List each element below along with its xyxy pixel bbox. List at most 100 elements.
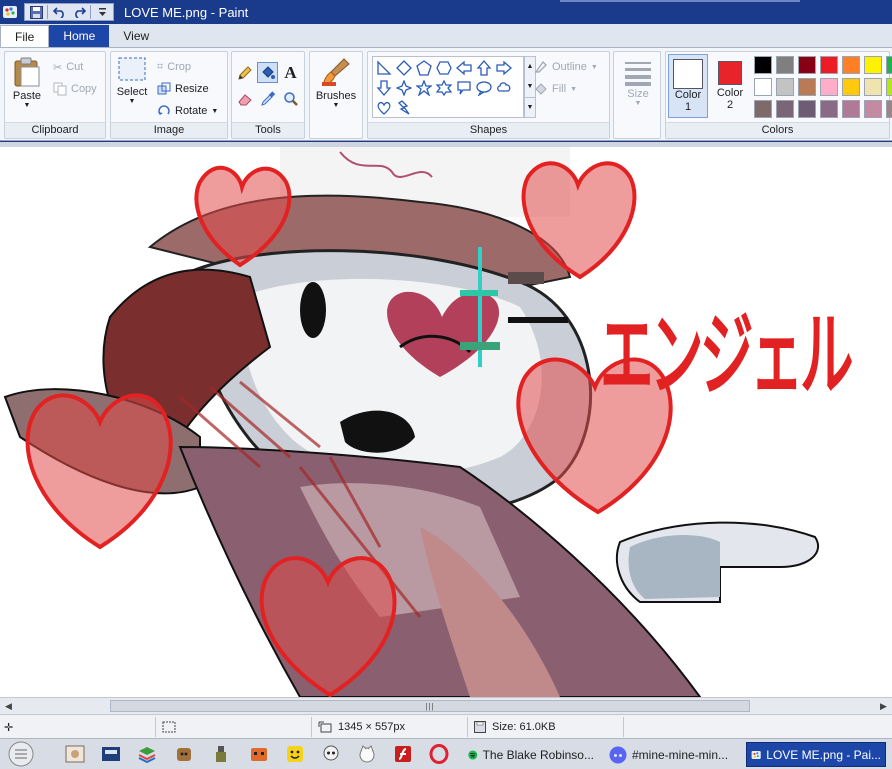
pentagon-shape[interactable]: [414, 58, 434, 78]
resize-button[interactable]: Resize: [157, 80, 209, 98]
photo-app-icon[interactable]: [64, 743, 86, 765]
opera-icon[interactable]: [428, 743, 450, 765]
fill-tool[interactable]: [257, 62, 278, 83]
palette-swatch[interactable]: [864, 100, 882, 118]
clipboard-group: Paste ▼ ✂ Cut Copy Clipboard: [4, 51, 106, 139]
tab-home[interactable]: Home: [49, 25, 110, 47]
paint-app-icon[interactable]: [2, 4, 18, 20]
palette-swatch[interactable]: [820, 56, 838, 74]
drawing-canvas[interactable]: エンジェル: [0, 147, 892, 697]
palette-swatch[interactable]: [754, 100, 772, 118]
game-app-icon[interactable]: [248, 743, 270, 765]
palette-swatch[interactable]: [754, 78, 772, 96]
lightning-shape[interactable]: [394, 98, 414, 118]
heart-shape[interactable]: [374, 98, 394, 118]
figure-app-icon[interactable]: [210, 743, 232, 765]
color2-button[interactable]: Color 2: [710, 54, 750, 118]
left-arrow-shape[interactable]: [454, 58, 474, 78]
crop-button[interactable]: ⌗ Crop: [157, 58, 191, 76]
shape-fill-icon: [535, 83, 547, 95]
palette-swatch[interactable]: [820, 100, 838, 118]
horizontal-scrollbar[interactable]: ◀ ||| ▶: [0, 697, 892, 714]
eraser-tool[interactable]: [234, 88, 255, 109]
palette-swatch[interactable]: [864, 78, 882, 96]
size-dropdown-caret[interactable]: ▼: [635, 100, 642, 107]
taskbar-task-discord[interactable]: #mine-mine-min...: [605, 742, 739, 767]
redo-icon[interactable]: [70, 4, 88, 20]
up-arrow-shape[interactable]: [474, 58, 494, 78]
scroll-left-icon[interactable]: ◀: [0, 698, 17, 714]
palette-swatch[interactable]: [842, 100, 860, 118]
paint-taskbar-icon: [751, 750, 761, 759]
paste-button[interactable]: Paste ▼: [9, 56, 45, 109]
brushes-button[interactable]: Brushes ▼: [314, 56, 358, 109]
palette-swatch[interactable]: [798, 56, 816, 74]
palette-swatch[interactable]: [842, 56, 860, 74]
status-divider: [155, 717, 156, 737]
rotate-button[interactable]: Rotate ▼: [157, 102, 218, 120]
palette-swatch[interactable]: [776, 56, 794, 74]
calculator-icon[interactable]: [100, 743, 122, 765]
pencil-tool[interactable]: [234, 62, 255, 83]
save-icon[interactable]: [27, 4, 45, 20]
outline-dropdown-caret[interactable]: ▼: [591, 64, 598, 71]
tab-view[interactable]: View: [109, 25, 163, 47]
select-dropdown-caret[interactable]: ▼: [129, 98, 136, 105]
size-button[interactable]: Size ▼: [618, 58, 658, 107]
shapes-more-icon[interactable]: ▼: [525, 97, 535, 117]
flash-app-icon[interactable]: [392, 743, 414, 765]
magnifier-tool[interactable]: [280, 88, 301, 109]
taskbar-task-paint[interactable]: LOVE ME.png - Pai...: [746, 742, 886, 767]
fill-dropdown-caret[interactable]: ▼: [570, 86, 577, 93]
select-button[interactable]: Select ▼: [115, 56, 149, 105]
customize-qat-icon[interactable]: [93, 4, 111, 20]
color1-button[interactable]: Color 1: [668, 54, 708, 118]
four-point-star-shape[interactable]: [394, 78, 414, 98]
canvas-artwork[interactable]: エンジェル: [0, 147, 892, 697]
color-picker-tool[interactable]: [257, 88, 278, 109]
right-arrow-shape[interactable]: [494, 58, 514, 78]
five-point-star-shape[interactable]: [414, 78, 434, 98]
palette-swatch[interactable]: [754, 56, 772, 74]
smiley-app-icon[interactable]: [284, 743, 306, 765]
hexagon-shape[interactable]: [434, 58, 454, 78]
scroll-thumb[interactable]: |||: [110, 700, 750, 712]
fill-button[interactable]: Fill ▼: [534, 80, 577, 98]
paste-dropdown-caret[interactable]: ▼: [24, 102, 31, 109]
palette-swatch[interactable]: [776, 100, 794, 118]
cursor-position: ✛: [4, 718, 13, 736]
canvas-workspace[interactable]: エンジェル: [0, 142, 892, 697]
palette-swatch[interactable]: [776, 78, 794, 96]
undo-icon[interactable]: [50, 4, 68, 20]
brushes-dropdown-caret[interactable]: ▼: [333, 102, 340, 109]
pencil-icon: [237, 65, 252, 80]
cat-app-icon[interactable]: [356, 743, 378, 765]
tab-file[interactable]: File: [0, 25, 50, 47]
start-button[interactable]: [6, 739, 36, 769]
cut-button[interactable]: ✂ Cut: [53, 58, 83, 76]
rounded-callout-shape[interactable]: [454, 78, 474, 98]
palette-swatch[interactable]: [864, 56, 882, 74]
cloud-callout-shape[interactable]: [494, 78, 514, 98]
down-arrow-shape[interactable]: [374, 78, 394, 98]
palette-swatch[interactable]: [842, 78, 860, 96]
outline-button[interactable]: Outline ▼: [534, 58, 598, 76]
six-point-star-shape[interactable]: [434, 78, 454, 98]
layers-app-icon[interactable]: [136, 743, 158, 765]
palette-swatch[interactable]: [798, 78, 816, 96]
taskbar-task-spotify[interactable]: The Blake Robinso...: [464, 742, 598, 767]
palette-swatch[interactable]: [820, 78, 838, 96]
copy-button[interactable]: Copy: [53, 80, 97, 98]
palette-swatch[interactable]: [886, 100, 892, 118]
rotate-dropdown-caret[interactable]: ▼: [211, 108, 218, 115]
right-triangle-shape[interactable]: [374, 58, 394, 78]
palette-swatch[interactable]: [886, 56, 892, 74]
text-tool[interactable]: A: [280, 62, 301, 83]
skull-app-icon[interactable]: [320, 743, 342, 765]
palette-swatch[interactable]: [886, 78, 892, 96]
scroll-right-icon[interactable]: ▶: [875, 698, 892, 714]
palette-swatch[interactable]: [798, 100, 816, 118]
diamond-shape[interactable]: [394, 58, 414, 78]
oval-callout-shape[interactable]: [474, 78, 494, 98]
dog-app-icon[interactable]: [173, 743, 195, 765]
